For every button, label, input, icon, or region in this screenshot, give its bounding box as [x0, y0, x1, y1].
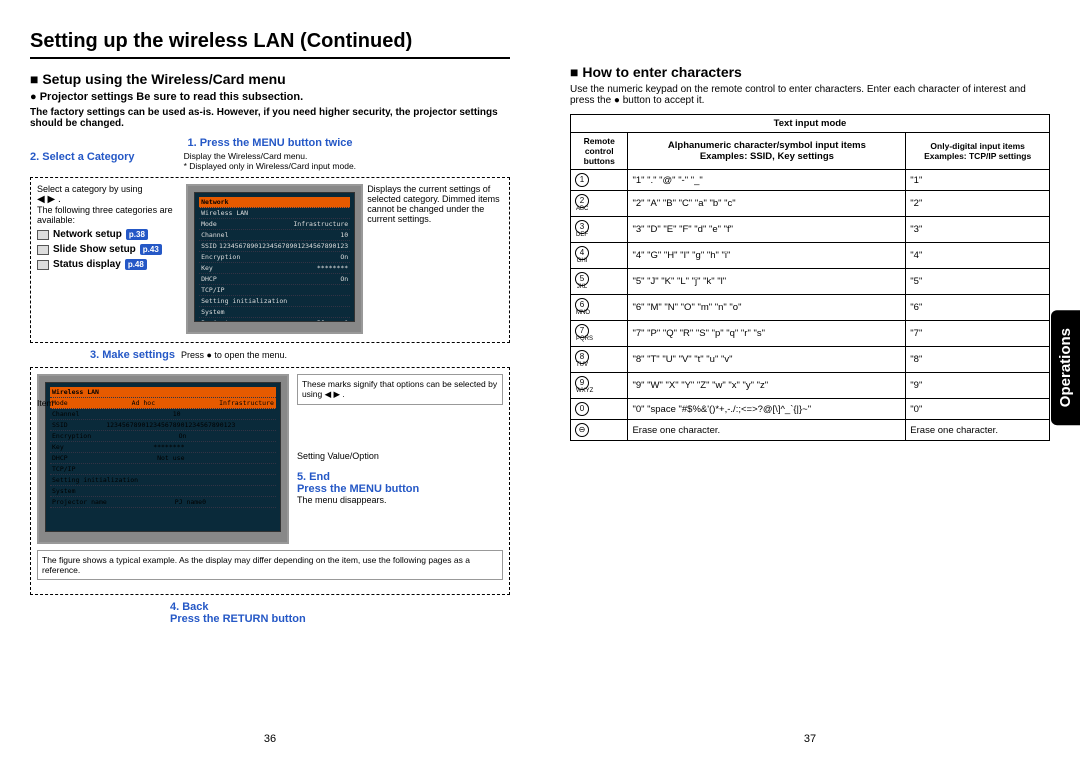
alpha-cell: "2" "A" "B" "C" "a" "b" "c": [628, 191, 906, 217]
input-mode-table: Text input mode Remote control buttons A…: [570, 114, 1050, 441]
page-title: Setting up the wireless LAN (Continued): [30, 30, 510, 59]
alpha-cell: "1" "." "@" "-" "_": [628, 170, 906, 191]
step3-title: 3. Make settings: [90, 349, 175, 361]
setting-label: Setting Value/Option: [297, 451, 503, 461]
network-icon: [37, 230, 49, 240]
table-row: 8TUV "8" "T" "U" "V" "t" "u" "v""8": [571, 347, 1050, 373]
remote-key-8: 8TUV: [575, 350, 589, 364]
remote-key-5: 5JKL: [575, 272, 589, 286]
col-alpha-b: Examples: SSID, Key settings: [632, 151, 901, 162]
table-row: ⊖ Erase one character.Erase one character…: [571, 420, 1050, 441]
left-page: Setting up the wireless LAN (Continued) …: [0, 0, 540, 763]
alpha-cell: "5" "J" "K" "L" "j" "k" "l": [628, 269, 906, 295]
category-box: Select a category by using ◀ ▶ . The fol…: [30, 177, 510, 343]
step4-a: 4. Back: [170, 601, 510, 613]
pageref-slide[interactable]: p.43: [140, 244, 162, 255]
left-pagenum: 36: [264, 733, 276, 745]
remote-key-4: 4GHI: [575, 246, 589, 260]
digit-cell: "9": [906, 373, 1050, 399]
digit-cell: "7": [906, 321, 1050, 347]
step5-note: The menu disappears.: [297, 495, 503, 505]
table-row: 0 "0" "space "#$%&'()*+,-./:;<=>?@[\]^_`{…: [571, 399, 1050, 420]
alpha-cell: "0" "space "#$%&'()*+,-./:;<=>?@[\]^_`{|…: [628, 399, 906, 420]
digit-cell: "2": [906, 191, 1050, 217]
right-note: Displays the current settings of selecte…: [363, 184, 503, 334]
remote-key-9: 9WXYZ: [575, 376, 589, 390]
char-heading: ■ How to enter characters: [570, 64, 1050, 80]
alpha-cell: "6" "M" "N" "O" "m" "n" "o": [628, 295, 906, 321]
col-remote: Remote control buttons: [571, 133, 628, 170]
cat-intro2: The following three categories are avail…: [37, 205, 182, 225]
step5-b: Press the MENU button: [297, 483, 503, 495]
alpha-cell: "4" "G" "H" "I" "g" "h" "i": [628, 243, 906, 269]
digit-cell: "4": [906, 243, 1050, 269]
marks-note: These marks signify that options can be …: [297, 374, 503, 405]
step1-note2: * Displayed only in Wireless/Card input …: [184, 161, 356, 171]
table-row: 5JKL "5" "J" "K" "L" "j" "k" "l""5": [571, 269, 1050, 295]
cat-slideshow: Slide Show setupp.43: [37, 244, 182, 255]
table-row: 7PQRS "7" "P" "Q" "R" "S" "p" "q" "r" "s"…: [571, 321, 1050, 347]
cat-status: Status displayp.48: [37, 259, 182, 270]
digit-cell: "5": [906, 269, 1050, 295]
step1-note1: Display the Wireless/Card menu.: [184, 151, 308, 161]
digit-cell: Erase one character.: [906, 420, 1050, 441]
status-icon: [37, 260, 49, 270]
sub1-note: The factory settings can be used as-is. …: [30, 107, 510, 129]
digit-cell: "6": [906, 295, 1050, 321]
item-label: Item: [37, 398, 54, 408]
projector-settings-screenshot: Wireless LANModeAd hocInfrastructureChan…: [37, 374, 289, 544]
table-caption: Text input mode: [571, 115, 1050, 133]
remote-key-1: 1: [575, 173, 589, 187]
side-tab-operations[interactable]: Operations: [1051, 310, 1080, 425]
table-row: 1 "1" "." "@" "-" "_""1": [571, 170, 1050, 191]
table-row: 2ABC "2" "A" "B" "C" "a" "b" "c""2": [571, 191, 1050, 217]
alpha-cell: "7" "P" "Q" "R" "S" "p" "q" "r" "s": [628, 321, 906, 347]
digit-cell: "0": [906, 399, 1050, 420]
remote-key-6: 6MNO: [575, 298, 589, 312]
arrow-icons: ◀ ▶ .: [37, 194, 182, 205]
cat-intro1: Select a category by using: [37, 184, 182, 194]
col-digit-b: Examples: TCP/IP settings: [910, 151, 1045, 161]
col-digit-a: Only-digital input items: [910, 141, 1045, 151]
remote-key-2: 2ABC: [575, 194, 589, 208]
remote-key-0: 0: [575, 402, 589, 416]
remote-key-3: 3DEF: [575, 220, 589, 234]
right-page: ■ How to enter characters Use the numeri…: [540, 0, 1080, 763]
digit-cell: "3": [906, 217, 1050, 243]
remote-key-CLR: ⊖: [575, 423, 589, 437]
col-alpha-a: Alphanumeric character/symbol input item…: [632, 140, 901, 151]
step5-a: 5. End: [297, 471, 503, 483]
fig-note: The figure shows a typical example. As t…: [37, 550, 503, 580]
table-row: 6MNO "6" "M" "N" "O" "m" "n" "o""6": [571, 295, 1050, 321]
pageref-status[interactable]: p.48: [125, 259, 147, 270]
right-pagenum: 37: [804, 733, 816, 745]
alpha-cell: "9" "W" "X" "Y" "Z" "w" "x" "y" "z": [628, 373, 906, 399]
digit-cell: "8": [906, 347, 1050, 373]
step2-title: 2. Select a Category: [30, 151, 184, 171]
step3-note: Press ● to open the menu.: [181, 350, 287, 360]
remote-key-7: 7PQRS: [575, 324, 589, 338]
pageref-network[interactable]: p.38: [126, 229, 148, 240]
table-row: 9WXYZ "9" "W" "X" "Y" "Z" "w" "x" "y" "z"…: [571, 373, 1050, 399]
setup-heading: ■ Setup using the Wireless/Card menu: [30, 71, 510, 87]
alpha-cell: "3" "D" "E" "F" "d" "e" "f": [628, 217, 906, 243]
digit-cell: "1": [906, 170, 1050, 191]
alpha-cell: Erase one character.: [628, 420, 906, 441]
step1-title: 1. Press the MENU button twice: [30, 137, 510, 149]
settings-box: Wireless LANModeAd hocInfrastructureChan…: [30, 367, 510, 595]
projector-menu-screenshot: NetworkWireless LANModeInfrastructureCha…: [186, 184, 363, 334]
sub1: Projector settings Be sure to read this …: [30, 91, 510, 103]
step4-b: Press the RETURN button: [170, 613, 510, 625]
table-row: 4GHI "4" "G" "H" "I" "g" "h" "i""4": [571, 243, 1050, 269]
alpha-cell: "8" "T" "U" "V" "t" "u" "v": [628, 347, 906, 373]
table-row: 3DEF "3" "D" "E" "F" "d" "e" "f""3": [571, 217, 1050, 243]
slideshow-icon: [37, 245, 49, 255]
cat-network: Network setupp.38: [37, 229, 182, 240]
char-intro: Use the numeric keypad on the remote con…: [570, 84, 1050, 106]
